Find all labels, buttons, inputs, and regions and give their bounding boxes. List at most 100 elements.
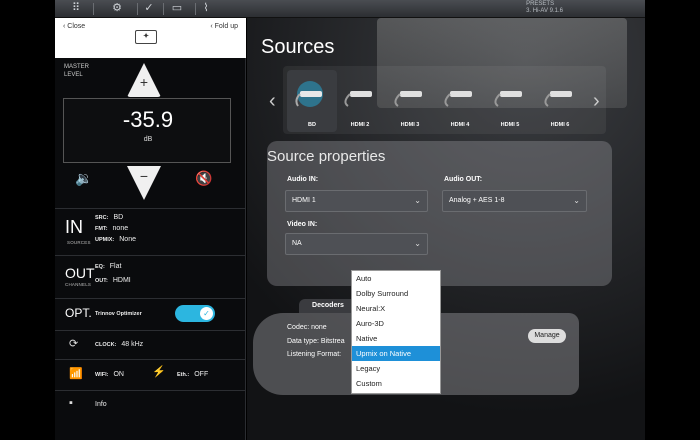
plus-icon: +: [139, 74, 149, 90]
monitor-icon[interactable]: ▭: [170, 2, 184, 15]
out-sublabel: CHANNELS: [65, 282, 92, 287]
info-icon: ▪: [69, 397, 73, 409]
hdmi-cable-icon: [295, 81, 323, 107]
sidebar-clock-section: ⟳ CLOCK: 48 kHz: [55, 330, 246, 358]
eq-key: EQ:: [95, 264, 105, 270]
optimizer-toggle[interactable]: ✓: [175, 305, 215, 322]
out-key: OUT:: [95, 278, 108, 284]
video-in-select[interactable]: NA ⌄: [285, 233, 428, 255]
clock-sync-icon: ⟳: [69, 338, 79, 350]
sidebar-opt-section: OPT. Trinnov Optimizer ✓: [55, 298, 246, 328]
trinnov-logo: ✦: [135, 30, 157, 44]
page-title: Sources: [261, 36, 335, 58]
optimizer-label: Trinnov Optimizer: [95, 310, 147, 317]
chevron-down-icon: ⌄: [573, 196, 580, 205]
fmt-value: FMT: none: [95, 225, 128, 232]
eq-value: EQ: Flat: [95, 263, 121, 270]
source-item-hdmi4[interactable]: HDMI 4: [435, 70, 485, 132]
source-label: HDMI 5: [500, 122, 520, 128]
fmt-key: FMT:: [95, 226, 108, 232]
sidebar-network-section: 📶 WIFI: ON ⚡ Eth.: OFF: [55, 359, 246, 387]
sidebar: ‹ Close ✦ ‹ Fold up MASTER LEVEL + -35.9…: [55, 18, 246, 440]
source-item-hdmi6[interactable]: HDMI 6: [535, 70, 585, 132]
hdmi-cable-icon: [394, 91, 422, 107]
video-in-value: NA: [292, 240, 302, 247]
check-icon: ✓: [200, 307, 213, 320]
dropdown-option-selected[interactable]: Upmix on Native: [352, 346, 440, 361]
dropdown-option[interactable]: Neural:X: [352, 301, 440, 316]
listening-format-label: Listening Format:: [287, 351, 342, 358]
source-item-hdmi5[interactable]: HDMI 5: [485, 70, 535, 132]
sidebar-in-section[interactable]: IN SOURCES SRC: BD FMT: none UPMIX: None: [55, 208, 246, 250]
check-icon[interactable]: ✓: [142, 2, 156, 15]
out-label: OUT: [65, 265, 95, 281]
hdmi-cable-icon: [444, 91, 472, 107]
clock-value: CLOCK: 48 kHz: [95, 341, 143, 348]
upmix-key: UPMIX:: [95, 237, 115, 243]
dropdown-option[interactable]: Legacy: [352, 361, 440, 376]
settings-icon[interactable]: ⚙: [110, 2, 124, 15]
presets-label[interactable]: PRESETS 3. Hi-AV 9.1.6: [526, 1, 563, 15]
dropdown-option[interactable]: Custom: [352, 376, 440, 391]
dropdown-option[interactable]: Auto: [352, 271, 440, 286]
hdmi-cable-icon: [494, 91, 522, 107]
audio-in-select[interactable]: HDMI 1 ⌄: [285, 190, 428, 212]
toolbar-divider: [137, 3, 138, 15]
carousel-next-icon[interactable]: ›: [593, 90, 600, 113]
manage-button[interactable]: Manage: [528, 329, 566, 343]
video-in-label: Video IN:: [287, 221, 318, 228]
source-item-hdmi3[interactable]: HDMI 3: [385, 70, 435, 132]
source-properties-title: Source properties: [267, 148, 386, 165]
eth-key: Eth.:: [177, 372, 190, 378]
out-value: OUT: HDMI: [95, 277, 131, 284]
chevron-down-icon: ⌄: [414, 196, 421, 205]
sidebar-info-section[interactable]: ▪ Info: [55, 390, 246, 418]
source-label: HDMI 2: [350, 122, 370, 128]
wifi-key: WIFI:: [95, 372, 109, 378]
sidebar-out-section[interactable]: OUT CHANNELS EQ: Flat OUT: HDMI: [55, 255, 246, 297]
volume-unit: dB: [143, 136, 153, 143]
sidebar-header: ‹ Close ✦ ‹ Fold up: [55, 18, 246, 58]
top-toolbar: ⠿ ⚙ ✓ ▭ ⌇ PRESETS 3. Hi-AV 9.1.6: [55, 0, 645, 18]
dropdown-option[interactable]: Auro-3D: [352, 316, 440, 331]
carousel-prev-icon[interactable]: ‹: [269, 90, 276, 113]
dropdown-option[interactable]: Dolby Surround: [352, 286, 440, 301]
fmt-val: none: [112, 225, 129, 232]
wifi-value: WIFI: ON: [95, 371, 124, 378]
eth-value: Eth.: OFF: [177, 371, 208, 378]
ethernet-icon: ⚡: [152, 366, 166, 378]
upmix-val: None: [119, 236, 136, 243]
source-item-bd[interactable]: BD: [287, 70, 337, 132]
audio-out-label: Audio OUT:: [444, 176, 483, 183]
audio-out-value: Analog + AES 1-8: [449, 197, 505, 204]
volume-display: -35.9 dB: [63, 98, 231, 163]
listening-format-dropdown[interactable]: Auto Dolby Surround Neural:X Auro-3D Nat…: [351, 270, 441, 394]
chart-icon[interactable]: ⌇: [199, 2, 213, 15]
eq-val: Flat: [109, 263, 122, 270]
audio-in-value: HDMI 1: [292, 197, 316, 204]
fold-up-button[interactable]: ‹ Fold up: [210, 23, 238, 30]
dropdown-option[interactable]: Native: [352, 331, 440, 346]
minus-icon: −: [139, 168, 149, 184]
wifi-icon: 📶: [69, 368, 83, 380]
hdmi-cable-icon: [344, 91, 372, 107]
mute-icon[interactable]: 🔇: [195, 170, 212, 187]
opt-label: OPT.: [65, 306, 92, 320]
clock-val: 48 kHz: [121, 341, 144, 348]
tab-decoders[interactable]: Decoders: [299, 299, 357, 313]
hdmi-cable-icon: [544, 91, 572, 107]
source-item-hdmi2[interactable]: HDMI 2: [335, 70, 385, 132]
source-label: HDMI 4: [450, 122, 470, 128]
out-val: HDMI: [112, 277, 131, 284]
grid-icon[interactable]: ⠿: [69, 2, 83, 15]
source-label: HDMI 3: [400, 122, 420, 128]
volume-down-speaker-icon[interactable]: 🔉: [75, 170, 92, 187]
toolbar-divider: [163, 3, 164, 15]
source-label: BD: [308, 122, 316, 128]
presets-heading: PRESETS: [526, 1, 555, 7]
upmix-value: UPMIX: None: [95, 236, 136, 243]
eth-val: OFF: [194, 371, 209, 378]
audio-out-select[interactable]: Analog + AES 1-8 ⌄: [442, 190, 587, 212]
close-button[interactable]: ‹ Close: [63, 23, 85, 30]
in-sublabel: SOURCES: [67, 240, 91, 245]
